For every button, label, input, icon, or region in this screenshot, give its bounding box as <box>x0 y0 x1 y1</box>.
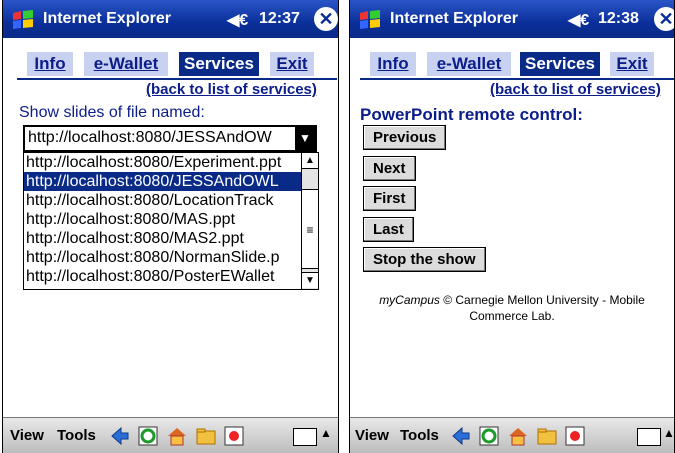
scroll-up-icon[interactable]: ▲ <box>302 153 318 169</box>
windows-flag-icon[interactable] <box>11 9 35 31</box>
tab-e-wallet[interactable]: e-Wallet <box>84 52 168 76</box>
favorites-icon[interactable] <box>195 425 217 447</box>
refresh-icon[interactable] <box>137 425 159 447</box>
command-bar: View Tools ▲ <box>350 417 674 453</box>
favorites-icon[interactable] <box>536 425 558 447</box>
file-option[interactable]: http://localhost:8080/NormanSlide.p <box>24 248 301 267</box>
command-bar: View Tools ▲ <box>3 417 338 453</box>
tab-bar: Info e-Wallet Services Exit <box>350 52 674 78</box>
footer-copyright: © Carnegie Mellon University - Mobile <box>443 293 645 307</box>
tab-exit[interactable]: Exit <box>610 52 654 76</box>
scroll-thumb[interactable]: ≡ <box>302 189 318 269</box>
tab-info[interactable]: Info <box>27 52 73 76</box>
refresh-icon[interactable] <box>478 425 500 447</box>
windows-flag-icon[interactable] <box>358 9 382 31</box>
close-icon[interactable]: ✕ <box>314 7 338 31</box>
clock[interactable]: 12:37 <box>259 10 300 28</box>
last-button[interactable]: Last <box>363 217 414 242</box>
tools-menu[interactable]: Tools <box>400 427 439 444</box>
tab-exit[interactable]: Exit <box>270 52 314 76</box>
file-option[interactable]: http://localhost:8080/PosterEWallet <box>24 267 301 286</box>
tools-menu[interactable]: Tools <box>57 427 96 444</box>
previous-button[interactable]: Previous <box>363 125 447 150</box>
file-option[interactable]: http://localhost:8080/MAS.ppt <box>24 210 301 229</box>
dropdown-arrow-icon[interactable]: ▼ <box>295 127 315 150</box>
stop-the-show-button[interactable]: Stop the show <box>363 247 486 272</box>
clock[interactable]: 12:38 <box>598 10 639 28</box>
input-panel-arrow-icon[interactable]: ▲ <box>320 426 332 440</box>
keyboard-icon[interactable] <box>293 428 317 446</box>
home-icon[interactable] <box>166 425 188 447</box>
keyboard-icon[interactable] <box>637 428 661 446</box>
close-icon[interactable]: ✕ <box>654 7 674 31</box>
tab-services[interactable]: Services <box>179 52 259 76</box>
first-button[interactable]: First <box>363 186 416 211</box>
title-bar: Internet Explorer ◀€ 12:38 ✕ <box>350 0 674 38</box>
right-screen: Internet Explorer ◀€ 12:38 ✕ Info e-Wall… <box>349 0 675 453</box>
list-scrollbar[interactable]: ▲ ≡ ▼ <box>301 153 318 289</box>
file-dropdown-list: http://localhost:8080/Experiment.ppt htt… <box>23 152 319 290</box>
title-bar: Internet Explorer ◀€ 12:37 ✕ <box>3 0 338 38</box>
speaker-icon[interactable]: ◀€ <box>568 10 589 30</box>
scroll-down-icon[interactable]: ▼ <box>302 272 318 288</box>
file-option[interactable]: http://localhost:8080/LocationTrack <box>24 191 301 210</box>
tab-info[interactable]: Info <box>370 52 416 76</box>
input-panel-arrow-icon[interactable]: ▲ <box>663 426 674 440</box>
tab-divider <box>17 78 337 80</box>
stop-icon[interactable] <box>564 425 586 447</box>
back-icon[interactable] <box>450 425 472 447</box>
back-icon[interactable] <box>109 425 131 447</box>
file-select[interactable]: http://localhost:8080/JESSAndOW ▼ <box>23 125 317 152</box>
tab-bar: Info e-Wallet Services Exit <box>3 52 338 78</box>
view-menu[interactable]: View <box>355 427 389 444</box>
tab-divider <box>360 78 674 80</box>
file-option-selected[interactable]: http://localhost:8080/JESSAndOWL <box>24 172 301 191</box>
back-to-services-link[interactable]: (back to list of services) <box>146 81 317 98</box>
tab-e-wallet[interactable]: e-Wallet <box>427 52 511 76</box>
footer-brand: myCampus <box>379 293 440 307</box>
file-option[interactable]: http://localhost:8080/Experiment.ppt <box>24 153 301 172</box>
footer-line-1: myCampus © Carnegie Mellon University - … <box>350 292 674 308</box>
file-label: Show slides of file named: <box>19 104 205 121</box>
app-title: Internet Explorer <box>43 10 172 27</box>
back-to-services-link[interactable]: (back to list of services) <box>490 81 661 98</box>
file-select-value: http://localhost:8080/JESSAndOW <box>28 129 272 146</box>
home-icon[interactable] <box>507 425 529 447</box>
stop-icon[interactable] <box>223 425 245 447</box>
footer-credits: myCampus © Carnegie Mellon University - … <box>350 292 674 324</box>
remote-control-heading: PowerPoint remote control: <box>360 105 583 124</box>
speaker-icon[interactable]: ◀€ <box>227 10 248 30</box>
left-screen: Internet Explorer ◀€ 12:37 ✕ Info e-Wall… <box>2 0 339 453</box>
view-menu[interactable]: View <box>10 427 44 444</box>
file-option[interactable]: http://localhost:8080/MAS2.ppt <box>24 229 301 248</box>
next-button[interactable]: Next <box>363 156 416 181</box>
footer-line-2: Commerce Lab. <box>469 309 555 323</box>
tab-services[interactable]: Services <box>520 52 600 76</box>
app-title: Internet Explorer <box>390 10 519 27</box>
